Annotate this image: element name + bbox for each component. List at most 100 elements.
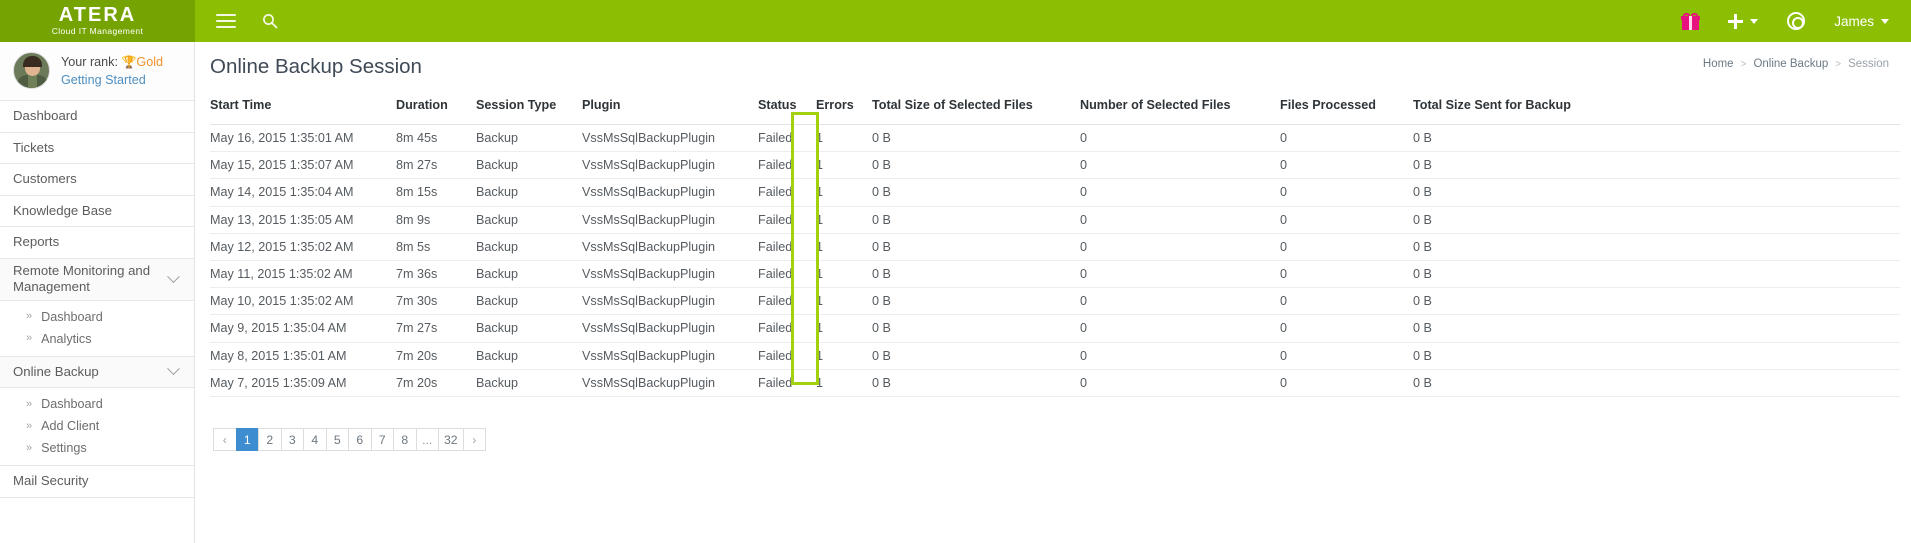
cell-start-time: May 8, 2015 1:35:01 AM [210,342,396,369]
cell-total-size-sent: 0 B [1413,288,1900,315]
sidebar-item-label: Online Backup [13,364,169,380]
breadcrumb: Home > Online Backup > Session [1703,58,1889,70]
pagination-page-6[interactable]: 6 [348,428,372,452]
sidebar: Your rank: 🏆Gold Getting Started Dashboa… [0,42,195,543]
pagination-page-8[interactable]: 8 [393,428,417,452]
cell-duration: 8m 27s [396,152,476,179]
column-header-files-processed[interactable]: Files Processed [1280,98,1413,125]
pagination-page-5[interactable]: 5 [326,428,350,452]
pagination-page-32[interactable]: 32 [438,428,464,452]
cell-errors[interactable]: 1 [816,179,872,206]
lifebuoy-icon[interactable] [1784,9,1808,33]
search-icon[interactable] [258,9,282,33]
table-row[interactable]: May 9, 2015 1:35:04 AM 7m 27s Backup Vss… [210,315,1900,342]
column-header-duration[interactable]: Duration [396,98,476,125]
cell-errors[interactable]: 1 [816,342,872,369]
breadcrumb-item-home[interactable]: Home [1703,58,1734,70]
pagination-prev-button[interactable]: ‹ [213,428,237,452]
breadcrumb-separator-icon: > [1741,59,1747,70]
cell-errors[interactable]: 1 [816,315,872,342]
sidebar-subitem-label: Dashboard [41,310,103,324]
cell-status: Failed [758,315,816,342]
sidebar-item-tickets[interactable]: Tickets [0,133,194,165]
breadcrumb-item-online-backup[interactable]: Online Backup [1753,58,1828,70]
cell-errors[interactable]: 1 [816,369,872,396]
user-menu[interactable]: James [1834,14,1889,29]
pagination-page-4[interactable]: 4 [303,428,327,452]
cell-plugin: VssMsSqlBackupPlugin [582,152,758,179]
double-chevron-right-icon: » [26,421,32,432]
trophy-icon: 🏆 [121,55,136,69]
cell-plugin: VssMsSqlBackupPlugin [582,369,758,396]
column-header-number-selected-files[interactable]: Number of Selected Files [1080,98,1280,125]
double-chevron-right-icon: » [26,399,32,410]
sidebar-item-customers[interactable]: Customers [0,164,194,196]
cell-total-size-selected: 0 B [872,260,1080,287]
table-row[interactable]: May 10, 2015 1:35:02 AM 7m 30s Backup Vs… [210,288,1900,315]
table-row[interactable]: May 16, 2015 1:35:01 AM 8m 45s Backup Vs… [210,125,1900,152]
cell-errors[interactable]: 1 [816,233,872,260]
pagination-page-2[interactable]: 2 [258,428,282,452]
plus-icon [1728,14,1743,29]
cell-status: Failed [758,288,816,315]
sidebar-item-label: Knowledge Base [13,203,178,219]
column-header-total-size-sent[interactable]: Total Size Sent for Backup [1413,98,1900,125]
cell-errors[interactable]: 1 [816,152,872,179]
column-header-start-time[interactable]: Start Time [210,98,396,125]
table-row[interactable]: May 12, 2015 1:35:02 AM 8m 5s Backup Vss… [210,233,1900,260]
table-row[interactable]: May 13, 2015 1:35:05 AM 8m 9s Backup Vss… [210,206,1900,233]
sidebar-item-reports[interactable]: Reports [0,227,194,259]
cell-status: Failed [758,342,816,369]
cell-total-size-selected: 0 B [872,315,1080,342]
cell-total-size-sent: 0 B [1413,260,1900,287]
pagination-next-button[interactable]: › [463,428,487,452]
cell-total-size-selected: 0 B [872,206,1080,233]
table-row[interactable]: May 7, 2015 1:35:09 AM 7m 20s Backup Vss… [210,369,1900,396]
cell-duration: 7m 30s [396,288,476,315]
table-row[interactable]: May 15, 2015 1:35:07 AM 8m 27s Backup Vs… [210,152,1900,179]
cell-number-selected: 0 [1080,369,1280,396]
add-new-button[interactable] [1728,14,1758,29]
cell-errors[interactable]: 1 [816,125,872,152]
sidebar-subitem-backup-dashboard[interactable]: » Dashboard [0,393,194,415]
sidebar-subitem-rmm-dashboard[interactable]: » Dashboard [0,306,194,328]
sidebar-subitem-rmm-analytics[interactable]: » Analytics [0,328,194,350]
hamburger-icon[interactable] [214,9,238,33]
brand-logo[interactable]: ATERA Cloud IT Management [0,0,195,42]
column-header-session-type[interactable]: Session Type [476,98,582,125]
table-row[interactable]: May 11, 2015 1:35:02 AM 7m 36s Backup Vs… [210,260,1900,287]
pagination-page-1[interactable]: 1 [236,428,260,452]
sidebar-item-label: Tickets [13,140,178,156]
cell-errors[interactable]: 1 [816,206,872,233]
cell-status: Failed [758,125,816,152]
sidebar-item-mail-security[interactable]: Mail Security [0,466,194,498]
sidebar-item-online-backup[interactable]: Online Backup [0,357,194,389]
cell-number-selected: 0 [1080,206,1280,233]
column-header-total-size-selected[interactable]: Total Size of Selected Files [872,98,1080,125]
cell-duration: 7m 20s [396,369,476,396]
sidebar-subitem-label: Dashboard [41,397,103,411]
cell-start-time: May 9, 2015 1:35:04 AM [210,315,396,342]
cell-session-type: Backup [476,125,582,152]
getting-started-link[interactable]: Getting Started [61,71,163,89]
sidebar-subitem-backup-settings[interactable]: » Settings [0,437,194,459]
sidebar-item-remote-monitoring-and-management[interactable]: Remote Monitoring and Management [0,259,194,301]
pagination-page-3[interactable]: 3 [281,428,305,452]
gift-icon[interactable] [1678,9,1702,33]
table-row[interactable]: May 8, 2015 1:35:01 AM 7m 20s Backup Vss… [210,342,1900,369]
cell-number-selected: 0 [1080,260,1280,287]
sidebar-subitem-label: Add Client [41,419,99,433]
sidebar-item-dashboard[interactable]: Dashboard [0,101,194,133]
cell-files-processed: 0 [1280,369,1413,396]
cell-errors[interactable]: 1 [816,288,872,315]
column-header-status[interactable]: Status [758,98,816,125]
cell-errors[interactable]: 1 [816,260,872,287]
sidebar-item-knowledge-base[interactable]: Knowledge Base [0,196,194,228]
avatar[interactable] [13,52,50,89]
pagination-page-7[interactable]: 7 [371,428,395,452]
sidebar-subitem-backup-add-client[interactable]: » Add Client [0,415,194,437]
column-header-plugin[interactable]: Plugin [582,98,758,125]
column-header-errors[interactable]: Errors [816,98,872,125]
table-row[interactable]: May 14, 2015 1:35:04 AM 8m 15s Backup Vs… [210,179,1900,206]
cell-duration: 7m 36s [396,260,476,287]
